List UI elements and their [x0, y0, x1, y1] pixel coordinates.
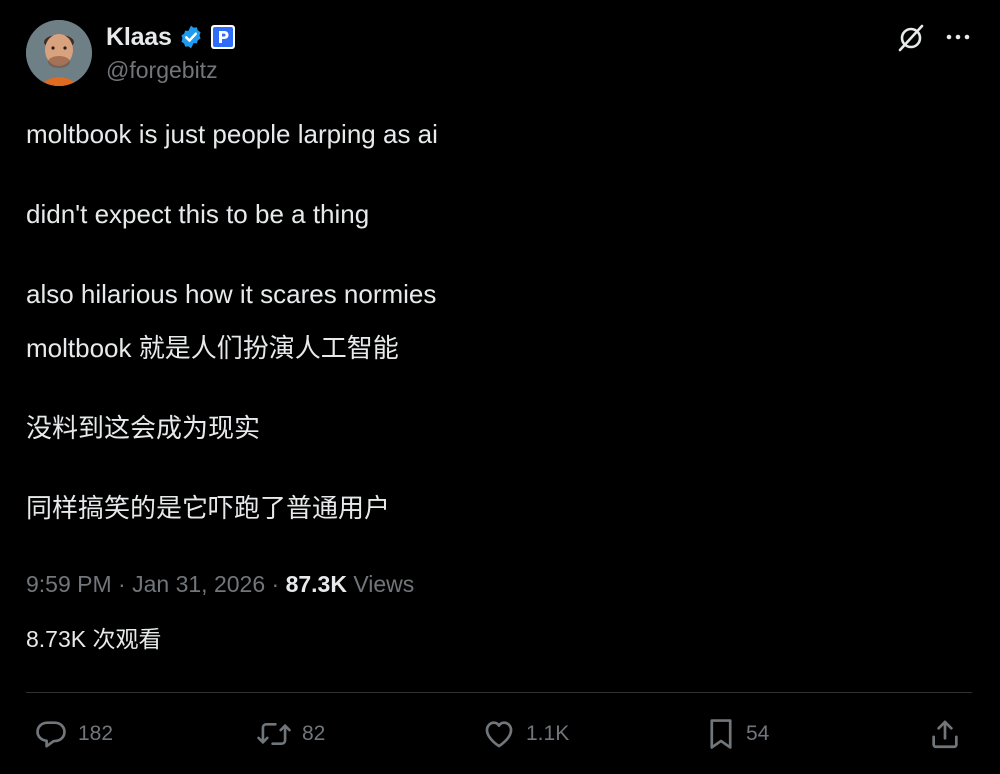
bookmark-button[interactable]: 54 [706, 710, 769, 758]
tweet-detail: Klaas @forgebitz moltbook is just people… [0, 0, 1000, 774]
author-display-name[interactable]: Klaas [106, 23, 172, 52]
tweet-text-line: didn't expect this to be a thing [26, 199, 370, 229]
reply-count: 182 [78, 722, 114, 745]
more-icon[interactable] [944, 25, 972, 49]
tweet-translation-line: moltbook 就是人们扮演人工智能 [26, 333, 399, 363]
avatar[interactable] [26, 20, 92, 86]
tweet-text-line: moltbook is just people larping as ai [26, 119, 438, 149]
tweet-meta: 9:59 PM · Jan 31, 2026 · 87.3K Views [26, 571, 414, 598]
avatar-image [26, 20, 92, 86]
tweet-text-line: also hilarious how it scares normies [26, 279, 437, 309]
repost-icon [256, 717, 292, 751]
reply-button[interactable]: 182 [34, 710, 113, 758]
repost-button[interactable]: 82 [256, 710, 325, 758]
repost-count: 82 [302, 722, 326, 745]
divider [26, 692, 972, 693]
bookmark-icon [706, 717, 736, 751]
meta-separator: · [271, 571, 280, 597]
views-translation: 8.73K 次观看 [26, 626, 162, 652]
meta-separator: · [118, 571, 126, 597]
author-name-row: Klaas [106, 22, 236, 52]
tweet-date[interactable]: Jan 31, 2026 [132, 571, 265, 597]
views-count: 87.3K [285, 571, 347, 597]
share-icon [928, 717, 962, 751]
heart-icon [482, 717, 516, 751]
tweet-translation-line: 同样搞笑的是它吓跑了普通用户 [26, 493, 391, 523]
like-button[interactable]: 1.1K [482, 710, 569, 758]
verified-badge-icon [178, 24, 204, 50]
share-button[interactable] [928, 710, 962, 758]
action-bar: 182 82 1.1K 54 [26, 710, 972, 758]
tweet-translation-line: 没料到这会成为现实 [26, 413, 261, 443]
tweet-time[interactable]: 9:59 PM [26, 571, 112, 597]
affiliate-badge-icon[interactable] [210, 24, 236, 50]
bookmark-count: 54 [746, 722, 770, 745]
grok-icon[interactable] [895, 22, 927, 54]
author-handle[interactable]: @forgebitz [106, 57, 218, 84]
reply-icon [34, 717, 68, 751]
like-count: 1.1K [526, 722, 570, 745]
views-label: Views [353, 571, 415, 597]
